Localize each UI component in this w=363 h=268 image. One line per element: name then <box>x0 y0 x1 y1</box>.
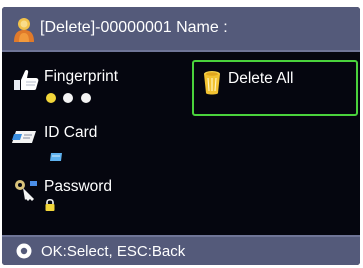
fingerprint-dot-icon <box>80 92 91 103</box>
menu-item-label: Password <box>44 178 113 195</box>
fingerprint-dots <box>46 89 94 107</box>
trash-can-icon <box>204 71 220 95</box>
menu-item-id-card[interactable]: ID Card <box>12 124 172 164</box>
fingerprint-dot-icon <box>63 92 74 103</box>
menu-item-delete-all[interactable]: Delete All <box>192 60 358 116</box>
menu-item-fingerprint[interactable]: Fingerprint <box>12 68 172 108</box>
user-icon <box>14 18 34 42</box>
key-icon <box>15 180 37 201</box>
menu-item-label: ID Card <box>44 124 98 141</box>
menu-item-password[interactable]: Password <box>12 178 172 228</box>
fingerprint-dot-icon <box>46 92 56 103</box>
lock-icon <box>45 198 55 211</box>
status-bar: OK:Select, ESC:Back <box>2 235 360 265</box>
info-circle-icon <box>16 243 32 259</box>
thumb-icon <box>14 69 39 90</box>
delete-menu: Fingerprint ID Card Password Delete All <box>2 52 360 235</box>
card-indicator-icon <box>50 153 62 161</box>
menu-item-label: Delete All <box>228 70 294 87</box>
menu-item-label: Fingerprint <box>44 68 119 85</box>
device-screen: [Delete]-00000001 Name : Fingerprint ID … <box>2 7 360 265</box>
id-card-icon <box>12 131 36 143</box>
footer-hint: OK:Select, ESC:Back <box>41 243 186 260</box>
page-title: [Delete]-00000001 Name : <box>40 19 228 36</box>
title-bar: [Delete]-00000001 Name : <box>2 7 360 52</box>
